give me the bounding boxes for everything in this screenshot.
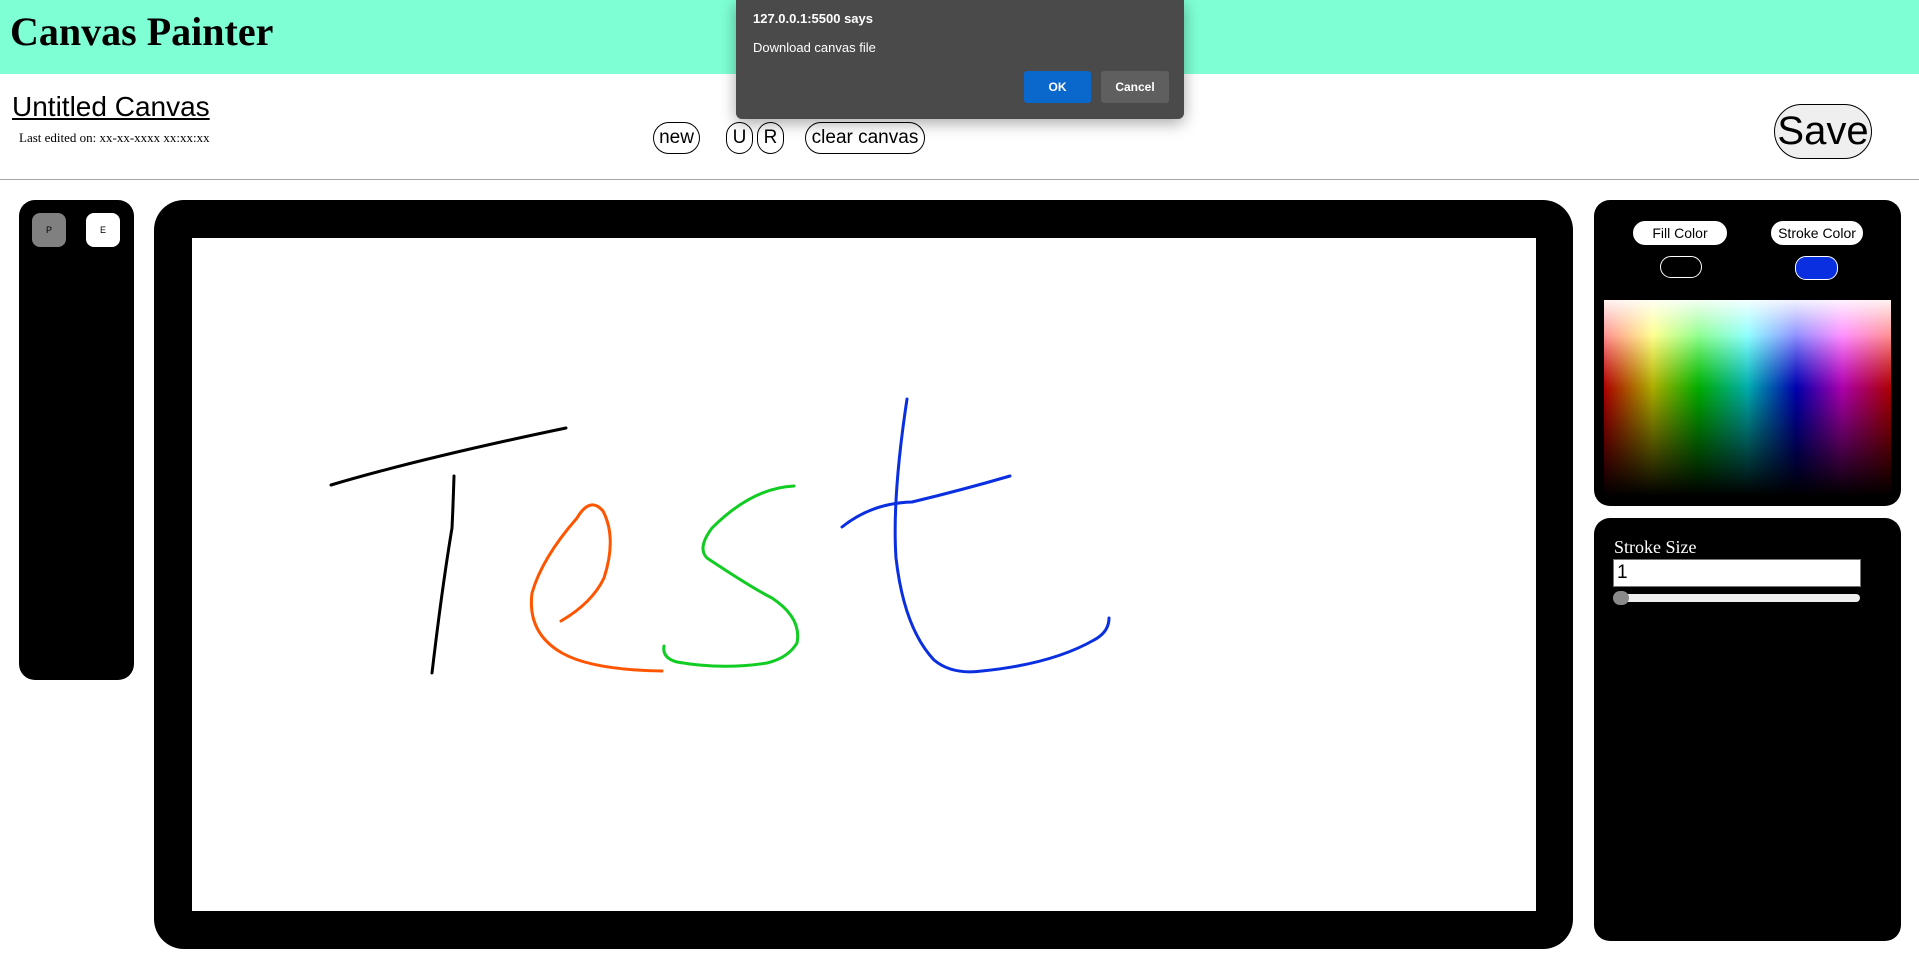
drawing-strokes	[329, 397, 1111, 675]
pen-tool-button[interactable]: P	[31, 212, 67, 248]
app-title: Canvas Painter	[10, 9, 274, 54]
drawing-canvas[interactable]	[192, 238, 1536, 911]
save-button[interactable]: Save	[1774, 104, 1872, 159]
color-panel: Fill Color Stroke Color	[1594, 200, 1901, 506]
canvas-name[interactable]: Untitled Canvas	[12, 91, 210, 123]
canvas-frame	[154, 200, 1573, 949]
last-edited-text: Last edited on: xx-xx-xxxx xx:xx:xx	[19, 130, 210, 145]
color-spectrum-picker[interactable]	[1604, 300, 1891, 496]
stroke-t2-stem	[893, 397, 1111, 674]
stroke-color-button[interactable]: Stroke Color	[1770, 220, 1864, 246]
header-divider	[0, 179, 1919, 180]
stroke-s	[662, 484, 800, 668]
dialog-title: 127.0.0.1:5500 says	[753, 11, 873, 26]
undo-button[interactable]: U	[726, 122, 753, 154]
eraser-tool-button[interactable]: E	[85, 212, 121, 248]
new-button[interactable]: new	[653, 122, 700, 154]
stroke-size-label: Stroke Size	[1614, 537, 1697, 557]
dialog-message: Download canvas file	[753, 40, 876, 55]
stroke-e	[529, 503, 664, 673]
dialog-cancel-button[interactable]: Cancel	[1101, 71, 1169, 103]
redo-button[interactable]: R	[757, 122, 784, 154]
dialog-ok-button[interactable]: OK	[1024, 71, 1091, 103]
fill-color-swatch[interactable]	[1660, 256, 1702, 278]
stroke-t-crossbar	[329, 426, 568, 487]
tool-panel: P E	[19, 200, 134, 680]
stroke-color-swatch[interactable]	[1795, 256, 1838, 280]
clear-canvas-button[interactable]: clear canvas	[805, 122, 925, 154]
stroke-size-slider-thumb[interactable]	[1613, 591, 1629, 605]
stroke-panel: Stroke Size	[1594, 518, 1901, 941]
stroke-size-input[interactable]	[1613, 559, 1861, 587]
fill-color-button[interactable]: Fill Color	[1632, 220, 1728, 246]
alert-dialog: 127.0.0.1:5500 says Download canvas file…	[736, 0, 1184, 119]
stroke-size-slider[interactable]	[1616, 594, 1860, 602]
stroke-t-stem	[430, 474, 456, 675]
stroke-t2-crossbar	[840, 474, 1012, 529]
